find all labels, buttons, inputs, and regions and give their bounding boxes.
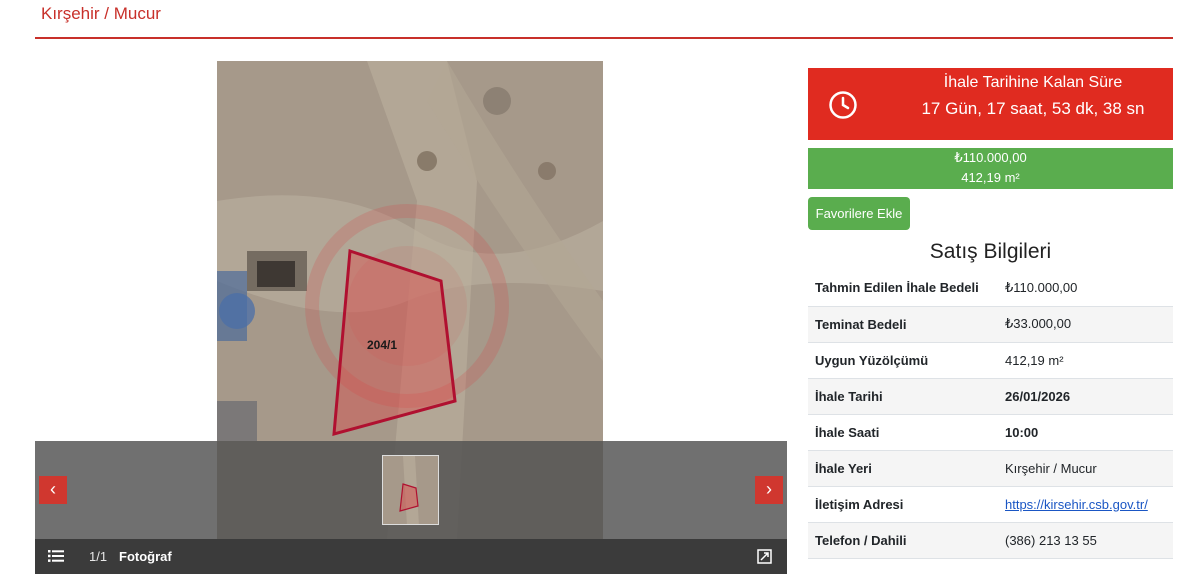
expand-icon[interactable] (757, 549, 772, 564)
row-key: Tahmin Edilen İhale Bedeli (815, 280, 979, 296)
row-value: 26/01/2026 (1005, 388, 1071, 404)
list-icon[interactable] (48, 549, 64, 563)
photo-thumbnail[interactable] (382, 455, 439, 525)
row-key: Uygun Yüzölçümü (815, 352, 929, 368)
gallery-toolbar: 1/1 Fotoğraf (35, 539, 787, 574)
countdown-value: 17 Gün, 17 saat, 53 dk, 38 sn (921, 99, 1145, 118)
price-area: 412,19 m² (961, 170, 1020, 185)
contact-address-link[interactable]: https://kirsehir.csb.gov.tr/ (1005, 497, 1148, 512)
sale-info-table: Tahmin Edilen İhale Bedeli ₺110.000,00 T… (808, 270, 1173, 559)
chevron-right-icon: › (766, 479, 772, 499)
parcel-label: 204/1 (367, 338, 397, 352)
table-row: Tahmin Edilen İhale Bedeli ₺110.000,00 (808, 270, 1173, 306)
table-row: İhale Saati 10:00 (808, 414, 1173, 450)
photo-caption: Fotoğraf (119, 549, 172, 564)
row-key: Telefon / Dahili (815, 532, 907, 548)
row-value: ₺33.000,00 (1005, 316, 1072, 331)
row-value: (386) 213 13 55 (1005, 532, 1097, 548)
previous-photo-button[interactable]: ‹ (39, 476, 67, 504)
table-row: İletişim Adresi https://kirsehir.csb.gov… (808, 486, 1173, 522)
row-key: İhale Tarihi (815, 388, 883, 404)
photo-gallery: 204/1 ‹ › 1/1 Fotoğraf (35, 61, 787, 574)
price-summary: ₺110.000,00 412,19 m² (808, 148, 1173, 189)
row-key: İletişim Adresi (815, 496, 904, 512)
sale-info-title: Satış Bilgileri (929, 240, 1052, 263)
thumbnail-strip (35, 441, 787, 539)
row-key: İhale Saati (815, 424, 880, 440)
add-to-favorites-button[interactable]: Favorilere Ekle (808, 197, 910, 230)
table-row: Teminat Bedeli ₺33.000,00 (808, 306, 1173, 342)
table-row: Telefon / Dahili (386) 213 13 55 (808, 522, 1173, 558)
countdown-banner: İhale Tarihine Kalan Süre 17 Gün, 17 saa… (808, 68, 1173, 140)
row-value: ₺110.000,00 (1005, 279, 1078, 295)
price-amount: ₺110.000,00 (954, 150, 1027, 165)
page-title: Kırşehir / Mucur (41, 4, 161, 23)
next-photo-button[interactable]: › (755, 476, 783, 504)
title-divider (35, 37, 1173, 39)
table-row: Uygun Yüzölçümü 412,19 m² (808, 342, 1173, 378)
photo-counter: 1/1 (89, 549, 108, 564)
clock-icon (829, 91, 857, 119)
row-key: Teminat Bedeli (815, 316, 907, 332)
table-row: İhale Yeri Kırşehir / Mucur (808, 450, 1173, 486)
row-value: https://kirsehir.csb.gov.tr/ (998, 486, 1173, 522)
row-value: Kırşehir / Mucur (1005, 460, 1097, 476)
table-row: İhale Tarihi 26/01/2026 (808, 378, 1173, 414)
row-key: İhale Yeri (815, 460, 872, 476)
row-value: 412,19 m² (1005, 352, 1064, 368)
chevron-left-icon: ‹ (50, 479, 56, 499)
countdown-title: İhale Tarihine Kalan Süre (943, 74, 1123, 91)
row-value: 10:00 (1005, 424, 1039, 440)
